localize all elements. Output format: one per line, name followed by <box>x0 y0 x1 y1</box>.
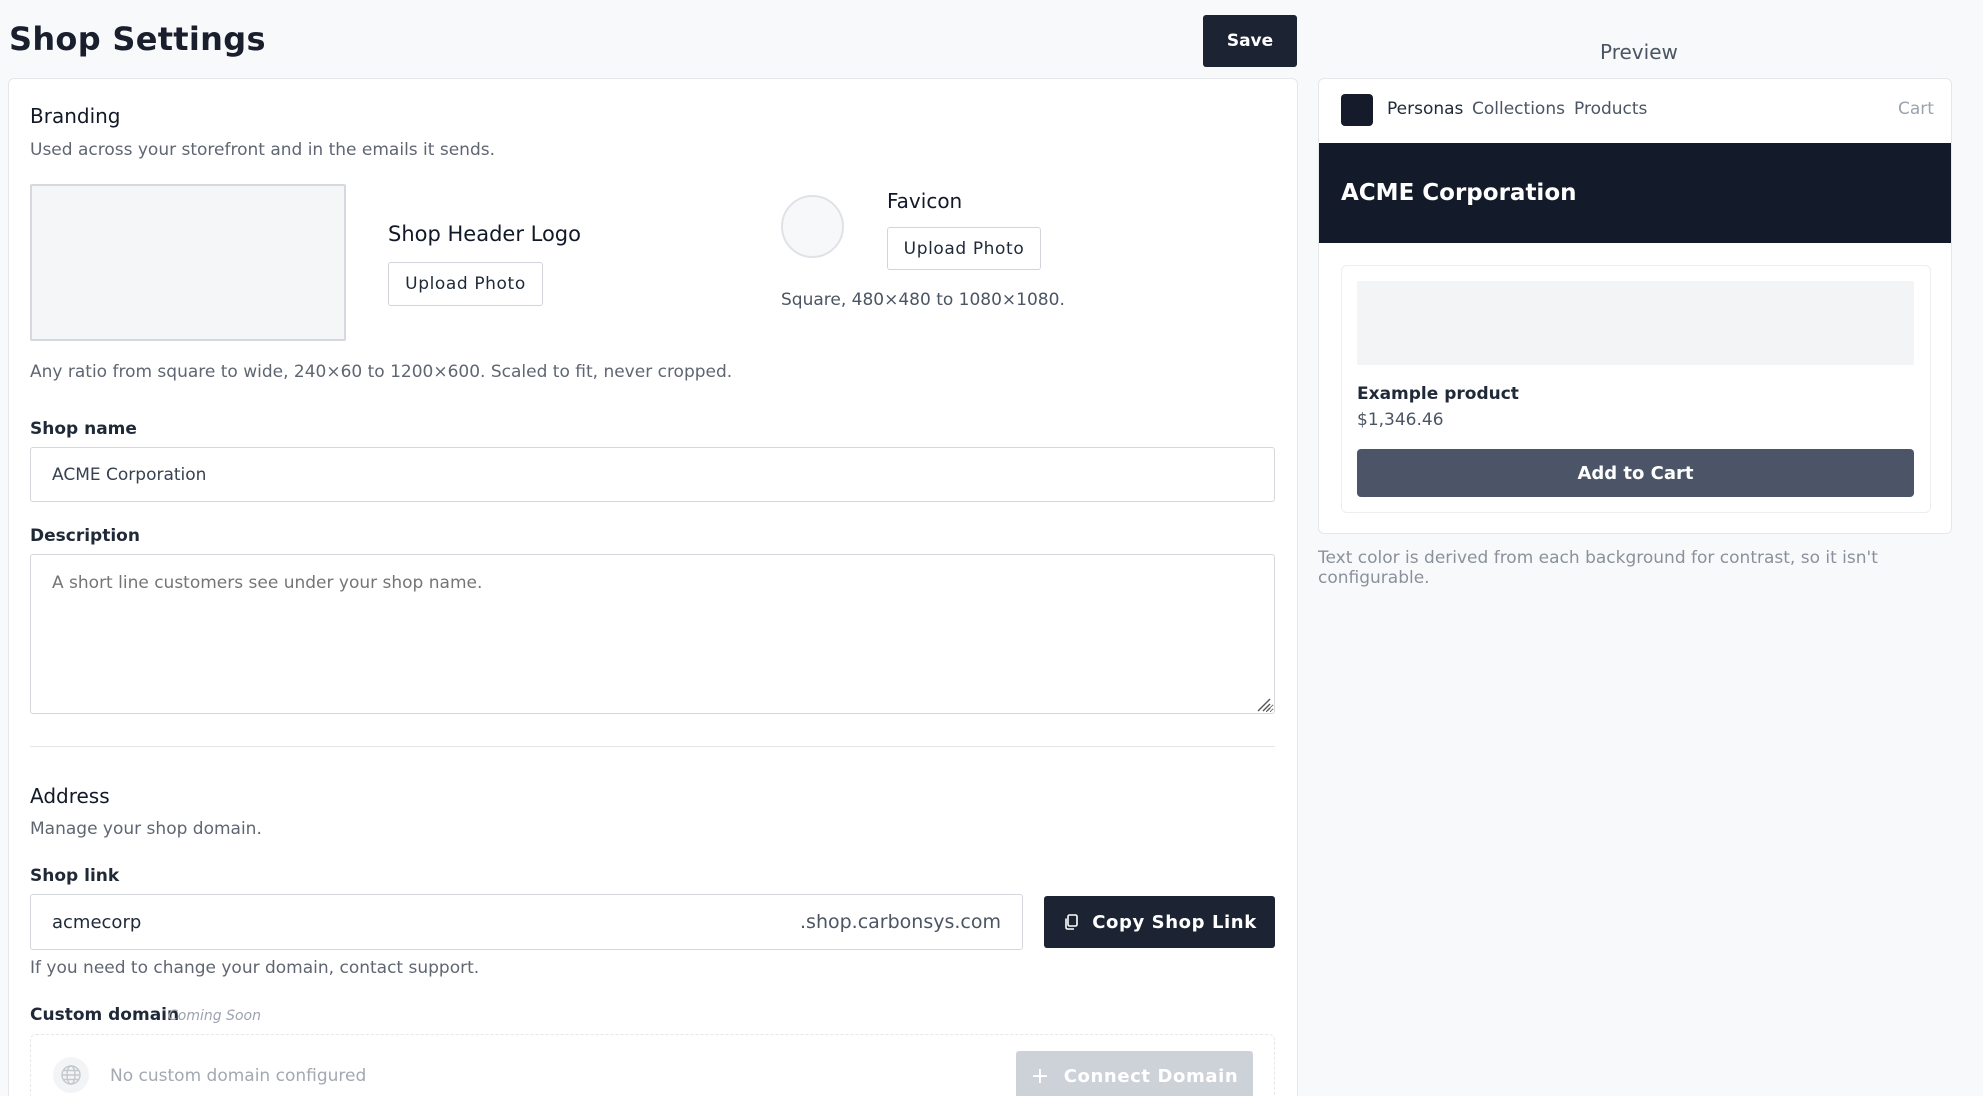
shop-name-label: Shop name <box>30 419 137 439</box>
preview-nav-collections[interactable]: Collections <box>1472 99 1565 119</box>
logo-hint: Any ratio from square to wide, 240×60 to… <box>30 362 733 382</box>
shop-link-field: .shop.carbonsys.com <box>30 894 1023 950</box>
save-button[interactable]: Save <box>1203 15 1297 67</box>
preview-nav-products[interactable]: Products <box>1574 99 1647 119</box>
branding-heading: Branding <box>30 104 121 128</box>
connect-domain-button[interactable]: + Connect Domain <box>1016 1051 1253 1096</box>
description-label: Description <box>30 526 140 546</box>
favicon-upload-photo-button[interactable]: Upload Photo <box>887 227 1041 270</box>
address-subheading: Manage your shop domain. <box>30 819 262 839</box>
shop-header-logo-dropzone[interactable] <box>30 184 346 341</box>
copy-shop-link-label: Copy Shop Link <box>1092 911 1257 933</box>
add-to-cart-button[interactable]: Add to Cart <box>1357 449 1914 497</box>
logo-upload-photo-button[interactable]: Upload Photo <box>388 262 543 306</box>
preview-banner-title: ACME Corporation <box>1341 180 1577 206</box>
address-heading: Address <box>30 784 110 808</box>
shop-link-input[interactable] <box>31 895 781 949</box>
shop-header-logo-title: Shop Header Logo <box>388 222 581 246</box>
shop-link-hint: If you need to change your domain, conta… <box>30 958 480 978</box>
shop-link-suffix: .shop.carbonsys.com <box>800 911 1001 933</box>
section-divider <box>30 746 1275 747</box>
preview-nav-cart[interactable]: Cart <box>1898 99 1934 119</box>
preview-note: Text color is derived from each backgrou… <box>1318 548 1878 588</box>
copy-icon <box>1062 913 1080 931</box>
coming-soon-badge: Coming Soon <box>168 1008 261 1024</box>
description-textarea[interactable] <box>30 554 1275 714</box>
shop-name-input[interactable] <box>30 447 1275 502</box>
page-title: Shop Settings <box>9 20 266 58</box>
preview-title: Preview <box>1600 40 1678 64</box>
resize-handle-icon[interactable] <box>1257 697 1271 716</box>
no-custom-domain-text: No custom domain configured <box>110 1066 367 1086</box>
preview-logo-swatch <box>1341 94 1373 126</box>
favicon-title: Favicon <box>887 189 963 213</box>
preview-product-image <box>1357 281 1914 365</box>
preview-product-name: Example product <box>1357 384 1519 404</box>
connect-domain-label: Connect Domain <box>1063 1065 1239 1087</box>
preview-nav-personas[interactable]: Personas <box>1387 99 1463 119</box>
plus-icon: + <box>1030 1063 1050 1089</box>
favicon-preview <box>781 195 844 258</box>
favicon-hint: Square, 480×480 to 1080×1080. <box>781 290 1065 310</box>
custom-domain-label: Custom domain <box>30 1005 180 1025</box>
preview-product-price: $1,346.46 <box>1357 410 1444 430</box>
branding-subheading: Used across your storefront and in the e… <box>30 140 495 160</box>
shop-link-label: Shop link <box>30 866 120 886</box>
globe-icon <box>53 1057 89 1093</box>
copy-shop-link-button[interactable]: Copy Shop Link <box>1044 896 1275 948</box>
